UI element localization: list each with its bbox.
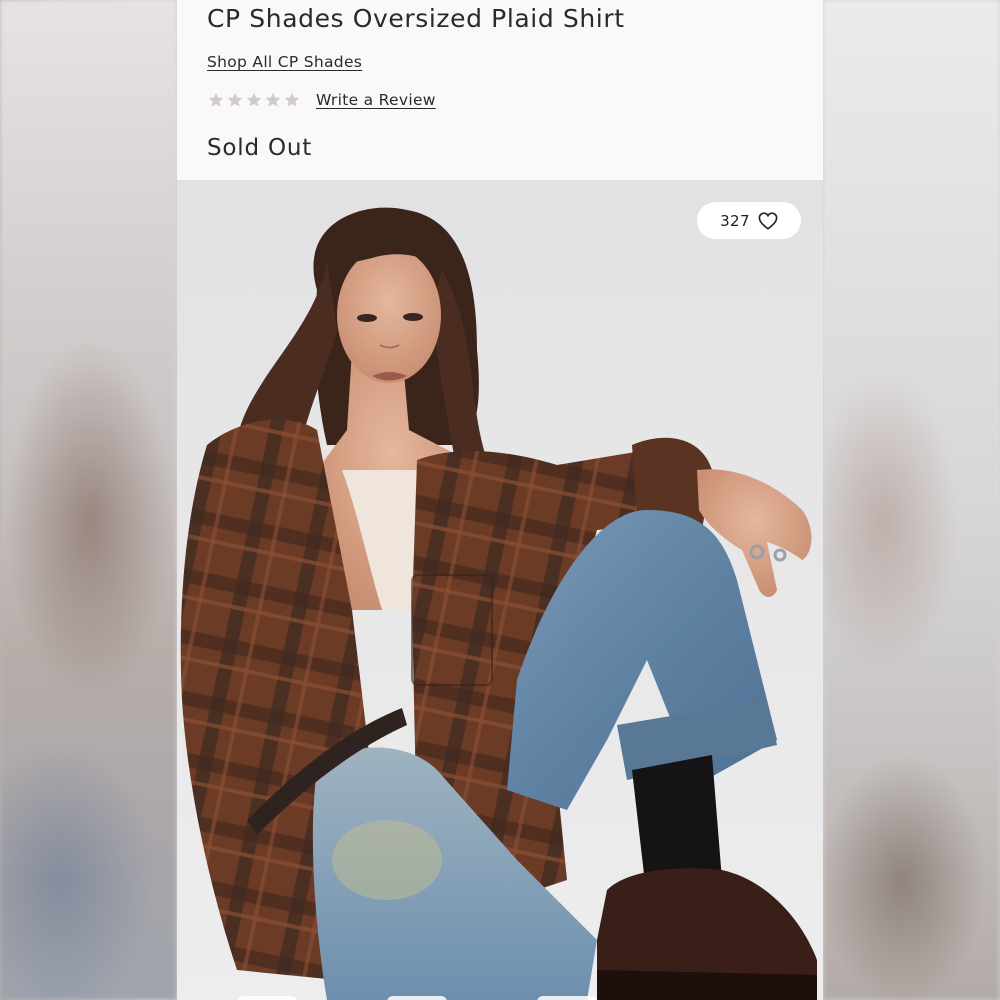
star-icon bbox=[208, 92, 224, 107]
gallery-thumb[interactable] bbox=[537, 996, 597, 1000]
rating-row: Write a Review bbox=[207, 91, 436, 109]
shop-all-brand-link[interactable]: Shop All CP Shades bbox=[207, 53, 362, 71]
star-icon bbox=[284, 92, 300, 107]
product-image[interactable]: 327 bbox=[177, 180, 823, 1000]
page: CP Shades Oversized Plaid Shirt Shop All… bbox=[0, 0, 1000, 1000]
like-count: 327 bbox=[720, 211, 750, 230]
product-title: CP Shades Oversized Plaid Shirt bbox=[207, 4, 625, 33]
availability-status: Sold Out bbox=[207, 135, 313, 161]
blurred-background-right bbox=[823, 0, 1000, 1000]
star-icon bbox=[227, 92, 243, 107]
heart-icon bbox=[758, 211, 778, 230]
product-panel: CP Shades Oversized Plaid Shirt Shop All… bbox=[177, 0, 823, 1000]
star-rating[interactable] bbox=[207, 91, 301, 109]
star-icon bbox=[246, 92, 262, 107]
gallery-thumb[interactable] bbox=[387, 996, 447, 1000]
like-button[interactable]: 327 bbox=[697, 202, 801, 239]
star-icon bbox=[265, 92, 281, 107]
model-photo-illustration bbox=[177, 180, 823, 1000]
blurred-background-left bbox=[0, 0, 177, 1000]
gallery-thumb[interactable] bbox=[237, 996, 297, 1000]
write-review-link[interactable]: Write a Review bbox=[316, 91, 436, 109]
gallery-thumbnails bbox=[237, 996, 597, 1000]
